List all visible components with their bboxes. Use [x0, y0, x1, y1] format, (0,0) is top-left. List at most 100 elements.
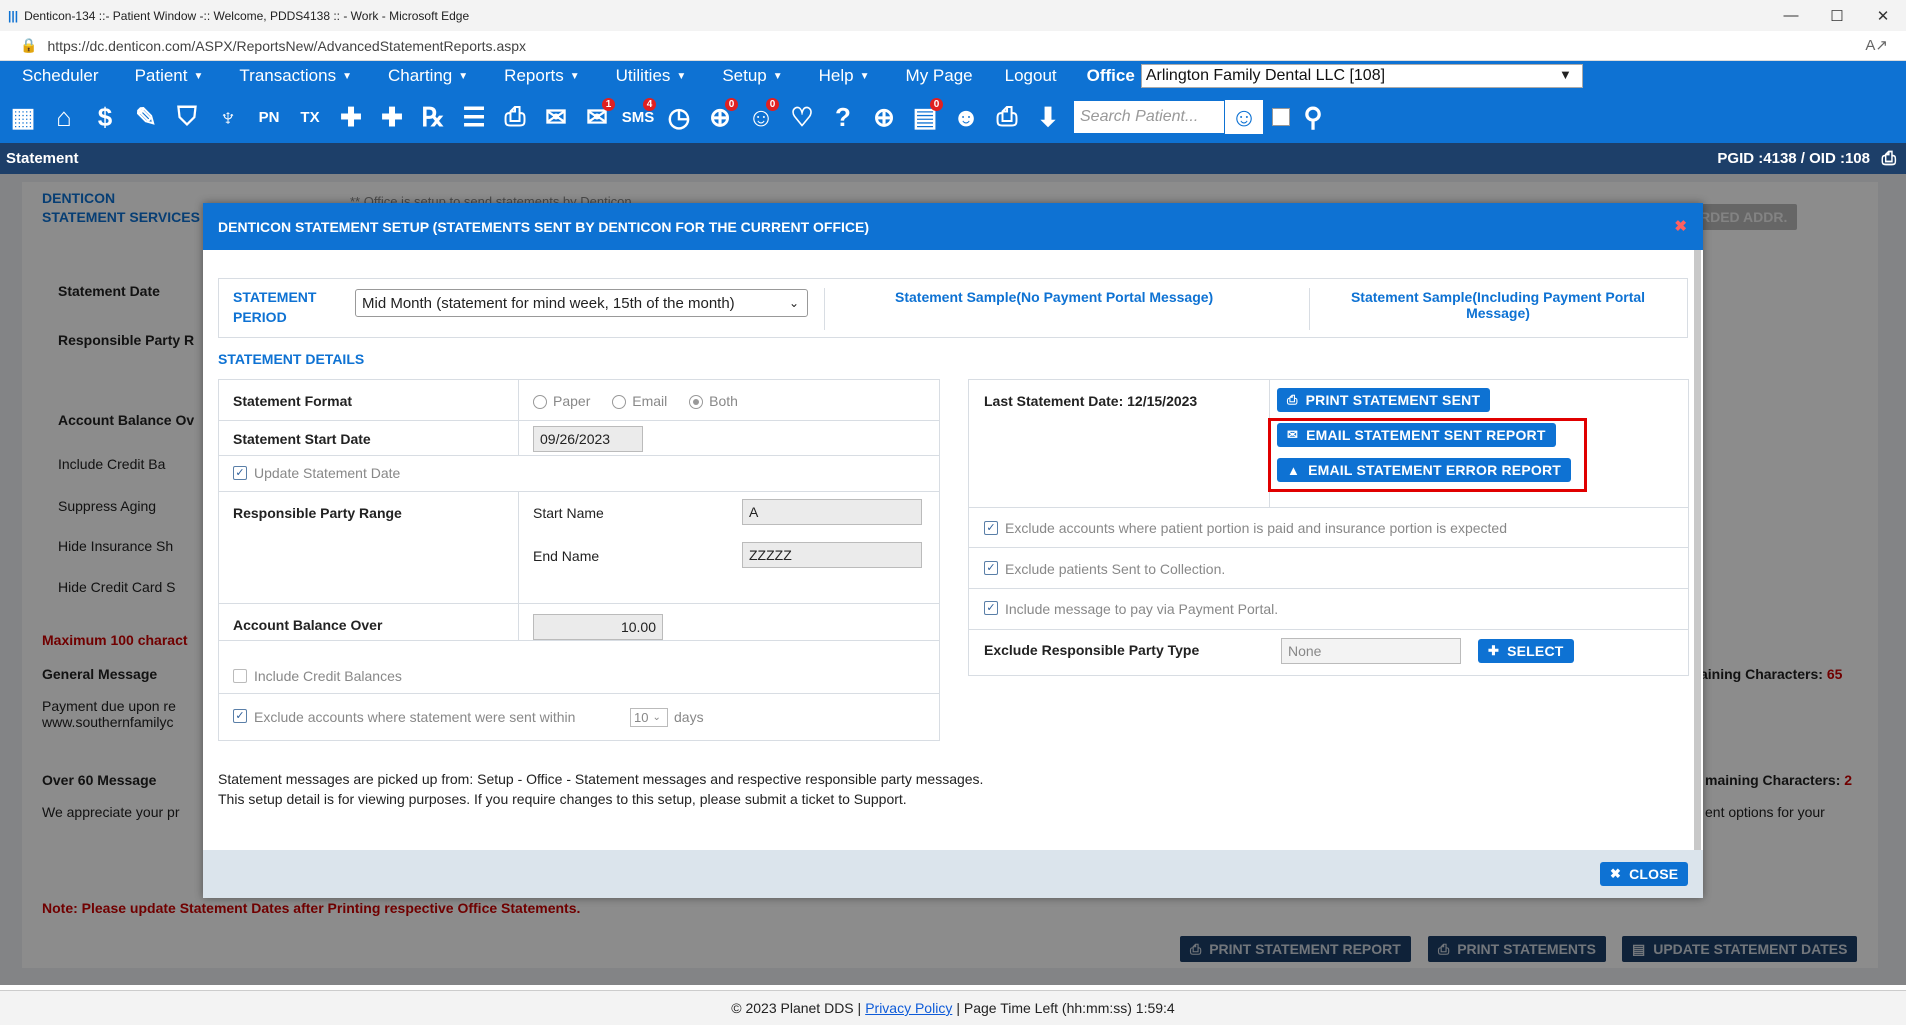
format-radios: Paper Email Both [533, 393, 738, 410]
group-icon[interactable]: ☻ [947, 97, 985, 137]
update-date-label: Update Statement Date [254, 465, 401, 481]
add-family-icon[interactable]: ✚ [373, 97, 411, 137]
excl-patient-paid-label: Exclude accounts where patient portion i… [1005, 520, 1507, 536]
browser-title-bar: ||| Denticon-134 ::- Patient Window -:: W… [0, 0, 1906, 31]
person-badge-icon[interactable]: ☺ 0 [742, 97, 780, 137]
menu-patient[interactable]: Patient ▼ [113, 66, 218, 86]
sample-portal-link[interactable]: Statement Sample(Including Payment Porta… [1328, 289, 1668, 321]
window-title: Denticon-134 ::- Patient Window -:: Welc… [24, 8, 470, 23]
help-tooth-icon[interactable]: ? [824, 97, 862, 137]
inc-credit-checkbox[interactable]: ✓ [233, 669, 247, 683]
menu-my-page[interactable]: My Page [884, 66, 987, 86]
globe-badge-icon[interactable]: ⊕ 0 [701, 97, 739, 137]
sample-no-portal-link[interactable]: Statement Sample(No Payment Portal Messa… [895, 289, 1213, 305]
page-footer: © 2023 Planet DDS | Privacy Policy | Pag… [0, 990, 1906, 1025]
radio-email[interactable] [612, 395, 627, 410]
select-button[interactable]: ✚ SELECT [1478, 639, 1574, 663]
tooth-chart-icon[interactable]: ⛉ [168, 97, 206, 137]
excl-type-label: Exclude Responsible Party Type [984, 642, 1200, 658]
close-icon[interactable]: ✖ [1674, 217, 1687, 235]
tooth-outline-icon[interactable]: ♡ [783, 97, 821, 137]
page-time-left: | Page Time Left (hh:mm:ss) 1:59:4 [956, 1000, 1175, 1016]
add-user-icon: ✚ [1488, 643, 1500, 658]
exclude-sent-checkbox[interactable]: ✓ [233, 709, 247, 723]
modal-header: DENTICON STATEMENT SETUP (STATEMENTS SEN… [203, 203, 1703, 250]
dollar-icon[interactable]: $ [86, 97, 124, 137]
url-text[interactable]: https://dc.denticon.com/ASPX/ReportsNew/… [47, 38, 526, 54]
menu-help[interactable]: Help ▼ [797, 66, 884, 86]
excl-collection-label: Exclude patients Sent to Collection. [1005, 561, 1226, 577]
toolbar-checkbox[interactable] [1272, 108, 1290, 126]
menu-setup[interactable]: Setup ▼ [700, 66, 796, 86]
search-patient-input[interactable]: Search Patient... [1074, 101, 1224, 133]
details-title: STATEMENT DETAILS [218, 351, 365, 367]
range-label: Responsible Party Range [233, 505, 402, 521]
format-label: Statement Format [233, 393, 353, 409]
statement-period-select[interactable]: Mid Month (statement for mind week, 15th… [355, 289, 808, 317]
print-icon: ⎙ [1287, 392, 1298, 407]
sms-icon[interactable]: SMS 4 [619, 97, 657, 137]
globe-icon[interactable]: ⊕ [865, 97, 903, 137]
excl-collection-checkbox[interactable]: ✓ [984, 561, 998, 575]
menu-utilities[interactable]: Utilities ▼ [594, 66, 701, 86]
close-button[interactable]: ✖ CLOSE [1600, 862, 1689, 886]
page-status-bar: Statement PGID :4138 / OID :108 ⎙ [0, 143, 1906, 174]
menu-reports[interactable]: Reports ▼ [482, 66, 593, 86]
chevron-down-icon: ▼ [1558, 67, 1572, 82]
end-name-input[interactable]: ZZZZZ [742, 542, 922, 568]
treatment-icon[interactable]: TX [291, 97, 329, 137]
radio-both[interactable] [689, 395, 704, 410]
highlight-box [1268, 418, 1587, 492]
start-name-input[interactable]: A [742, 499, 922, 525]
msg-line2: This setup detail is for viewing purpose… [218, 791, 907, 807]
menu-transactions[interactable]: Transactions ▼ [217, 66, 366, 86]
printer-doc-icon[interactable]: ⎙ [496, 97, 534, 137]
lock-icon: 🔒 [20, 37, 38, 53]
progress-notes-icon[interactable]: PN [250, 97, 288, 137]
add-patient-icon[interactable]: ✚ [332, 97, 370, 137]
pencil-list-icon[interactable]: ✎ [127, 97, 165, 137]
address-bar[interactable]: 🔒 https://dc.denticon.com/ASPX/ReportsNe… [0, 31, 1906, 61]
start-date-input[interactable]: 09/26/2023 [533, 426, 643, 452]
home-icon[interactable]: ⌂ [45, 97, 83, 137]
calendar-icon[interactable]: ▦ [4, 97, 42, 137]
excl-patient-paid-checkbox[interactable]: ✓ [984, 521, 998, 535]
office-label: Office [1086, 66, 1135, 85]
clock-icon[interactable]: ◷ [660, 97, 698, 137]
inc-portal-checkbox[interactable]: ✓ [984, 601, 998, 615]
msg-line1: Statement messages are picked up from: S… [218, 771, 984, 787]
start-name-label: Start Name [533, 505, 604, 521]
menu-scheduler[interactable]: Scheduler [0, 66, 113, 86]
patient-search-user-icon[interactable]: ☺ [1224, 99, 1264, 135]
menu-logout[interactable]: Logout [987, 66, 1071, 86]
inbox-icon[interactable]: ⬇ [1029, 97, 1067, 137]
modal-scrollbar[interactable] [1694, 250, 1701, 850]
end-name-label: End Name [533, 548, 600, 564]
printer-icon[interactable]: ⎙ [988, 97, 1026, 137]
privacy-policy-link[interactable]: Privacy Policy [865, 1000, 952, 1016]
prescription-icon[interactable]: ℞ [414, 97, 452, 137]
message-icon[interactable]: ✉ 1 [578, 97, 616, 137]
read-aloud-icon[interactable]: A↗ [1865, 36, 1888, 54]
minimize-icon[interactable]: — [1768, 0, 1814, 31]
maximize-icon[interactable]: ☐ [1814, 0, 1860, 31]
last-stmt-date: Last Statement Date: 12/15/2023 [984, 393, 1198, 409]
chevron-down-icon: ⌄ [652, 712, 661, 723]
exclude-sent-label: Exclude accounts where statement were se… [254, 709, 576, 725]
office-select[interactable]: Arlington Family Dental LLC [108] ▼ [1140, 64, 1583, 88]
notes-icon[interactable]: ☰ [455, 97, 493, 137]
advanced-search-icon[interactable]: ⚲ [1294, 97, 1332, 137]
bal-over-input[interactable]: 10.00 [533, 614, 663, 640]
close-window-icon[interactable]: ✕ [1860, 0, 1906, 31]
excl-type-input[interactable]: None [1281, 638, 1461, 664]
mail-icon[interactable]: ✉ [537, 97, 575, 137]
tooth-icon[interactable]: ♆ [209, 97, 247, 137]
statement-setup-modal: DENTICON STATEMENT SETUP (STATEMENTS SEN… [203, 203, 1703, 898]
update-date-checkbox[interactable]: ✓ [233, 466, 247, 480]
radio-paper[interactable] [533, 395, 547, 410]
print-icon[interactable]: ⎙ [1882, 148, 1896, 169]
menu-charting[interactable]: Charting ▼ [366, 66, 482, 86]
exclude-days-select[interactable]: 10 ⌄ [630, 708, 668, 727]
print-statement-sent-button[interactable]: ⎙ PRINT STATEMENT SENT [1277, 388, 1491, 412]
document-badge-icon[interactable]: ▤ 0 [906, 97, 944, 137]
